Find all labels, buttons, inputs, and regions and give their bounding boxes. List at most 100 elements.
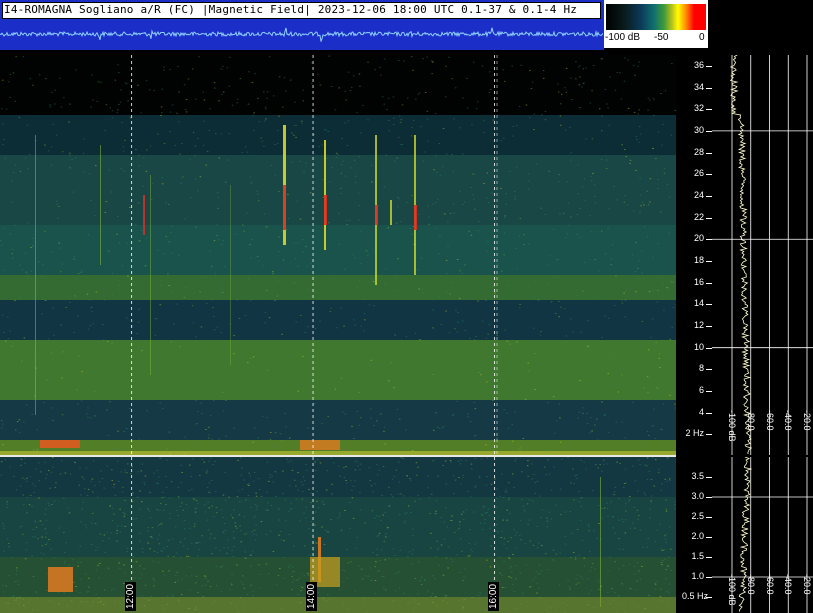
speckle	[577, 66, 580, 68]
speckle	[344, 268, 346, 270]
speckle	[536, 592, 538, 594]
upper-y-tick-label: 28	[693, 146, 704, 157]
speckle	[663, 309, 665, 311]
speckle	[21, 379, 23, 381]
speckle	[199, 176, 202, 178]
speckle	[445, 310, 447, 312]
speckle	[310, 263, 312, 265]
speckle	[665, 510, 668, 512]
speckle	[637, 113, 640, 115]
speckle	[412, 528, 414, 530]
speckle	[163, 253, 165, 255]
speckle	[608, 124, 611, 126]
speckle	[61, 263, 63, 265]
speckle	[549, 450, 551, 451]
speckle	[26, 497, 29, 499]
speckle	[473, 511, 475, 513]
speckle	[141, 501, 143, 503]
speckle	[141, 350, 143, 352]
speckle	[201, 412, 203, 414]
speckle	[156, 509, 159, 511]
speckle	[73, 256, 75, 258]
speckle	[340, 307, 342, 309]
speckle	[396, 559, 398, 561]
speckle	[479, 592, 482, 594]
speckle	[265, 509, 268, 511]
speckle	[508, 567, 511, 569]
speckle	[285, 90, 287, 92]
speckle	[547, 569, 550, 571]
speckle	[20, 464, 22, 466]
speckle	[31, 555, 33, 557]
speckle	[9, 96, 11, 98]
speckle	[209, 537, 212, 539]
speckle	[278, 76, 281, 78]
db-tick-label: -100 dB	[727, 574, 737, 606]
speckle	[338, 87, 340, 89]
speckle	[278, 115, 280, 117]
speckle	[138, 165, 141, 167]
speckle	[32, 244, 34, 246]
speckle	[528, 180, 530, 182]
speckle	[381, 96, 384, 98]
speckle	[199, 474, 201, 476]
speckle	[282, 259, 285, 261]
speckle	[657, 188, 659, 190]
speckle	[412, 549, 414, 551]
speckle	[470, 463, 473, 465]
speckle	[496, 263, 499, 265]
speckle	[5, 108, 8, 110]
speckle	[376, 548, 378, 550]
speckle	[34, 468, 37, 470]
speckle	[591, 180, 593, 182]
speckle	[637, 562, 639, 564]
speckle	[254, 73, 256, 75]
speckle	[177, 496, 180, 497]
speckle	[346, 577, 349, 579]
event-mark-13	[230, 185, 231, 365]
speckle	[486, 250, 489, 252]
speckle	[356, 112, 358, 114]
speckle	[486, 381, 488, 383]
speckle	[293, 579, 295, 581]
speckle	[247, 103, 250, 105]
speckle	[459, 463, 462, 465]
speckle	[606, 508, 609, 510]
speckle	[442, 574, 445, 576]
speckle	[615, 379, 617, 381]
speckle	[272, 273, 274, 275]
speckle	[639, 529, 642, 531]
speckle	[177, 66, 179, 67]
speckle	[359, 469, 361, 471]
speckle	[269, 432, 272, 433]
speckle	[604, 315, 606, 317]
speckle	[608, 208, 611, 210]
speckle	[161, 112, 163, 114]
speckle	[411, 563, 413, 565]
speckle	[306, 469, 308, 471]
speckle	[267, 355, 269, 357]
speckle	[407, 287, 409, 289]
speckle	[252, 551, 254, 553]
speckle	[171, 252, 173, 254]
speckle	[529, 586, 531, 588]
speckle	[192, 458, 194, 460]
speckle	[538, 564, 541, 566]
band-6	[0, 340, 676, 400]
speckle	[462, 203, 464, 205]
speckle	[229, 589, 231, 591]
speckle	[0, 461, 3, 463]
speckle	[635, 589, 637, 591]
speckle	[181, 594, 183, 596]
speckle	[450, 461, 452, 463]
speckle	[285, 426, 287, 428]
speckle	[522, 437, 525, 439]
speckle	[124, 469, 126, 471]
speckle	[591, 430, 593, 432]
speckle	[272, 481, 275, 483]
speckle	[197, 137, 199, 139]
speckle	[44, 230, 46, 232]
speckle	[529, 446, 531, 448]
speckle	[274, 144, 276, 145]
speckle	[321, 144, 323, 146]
